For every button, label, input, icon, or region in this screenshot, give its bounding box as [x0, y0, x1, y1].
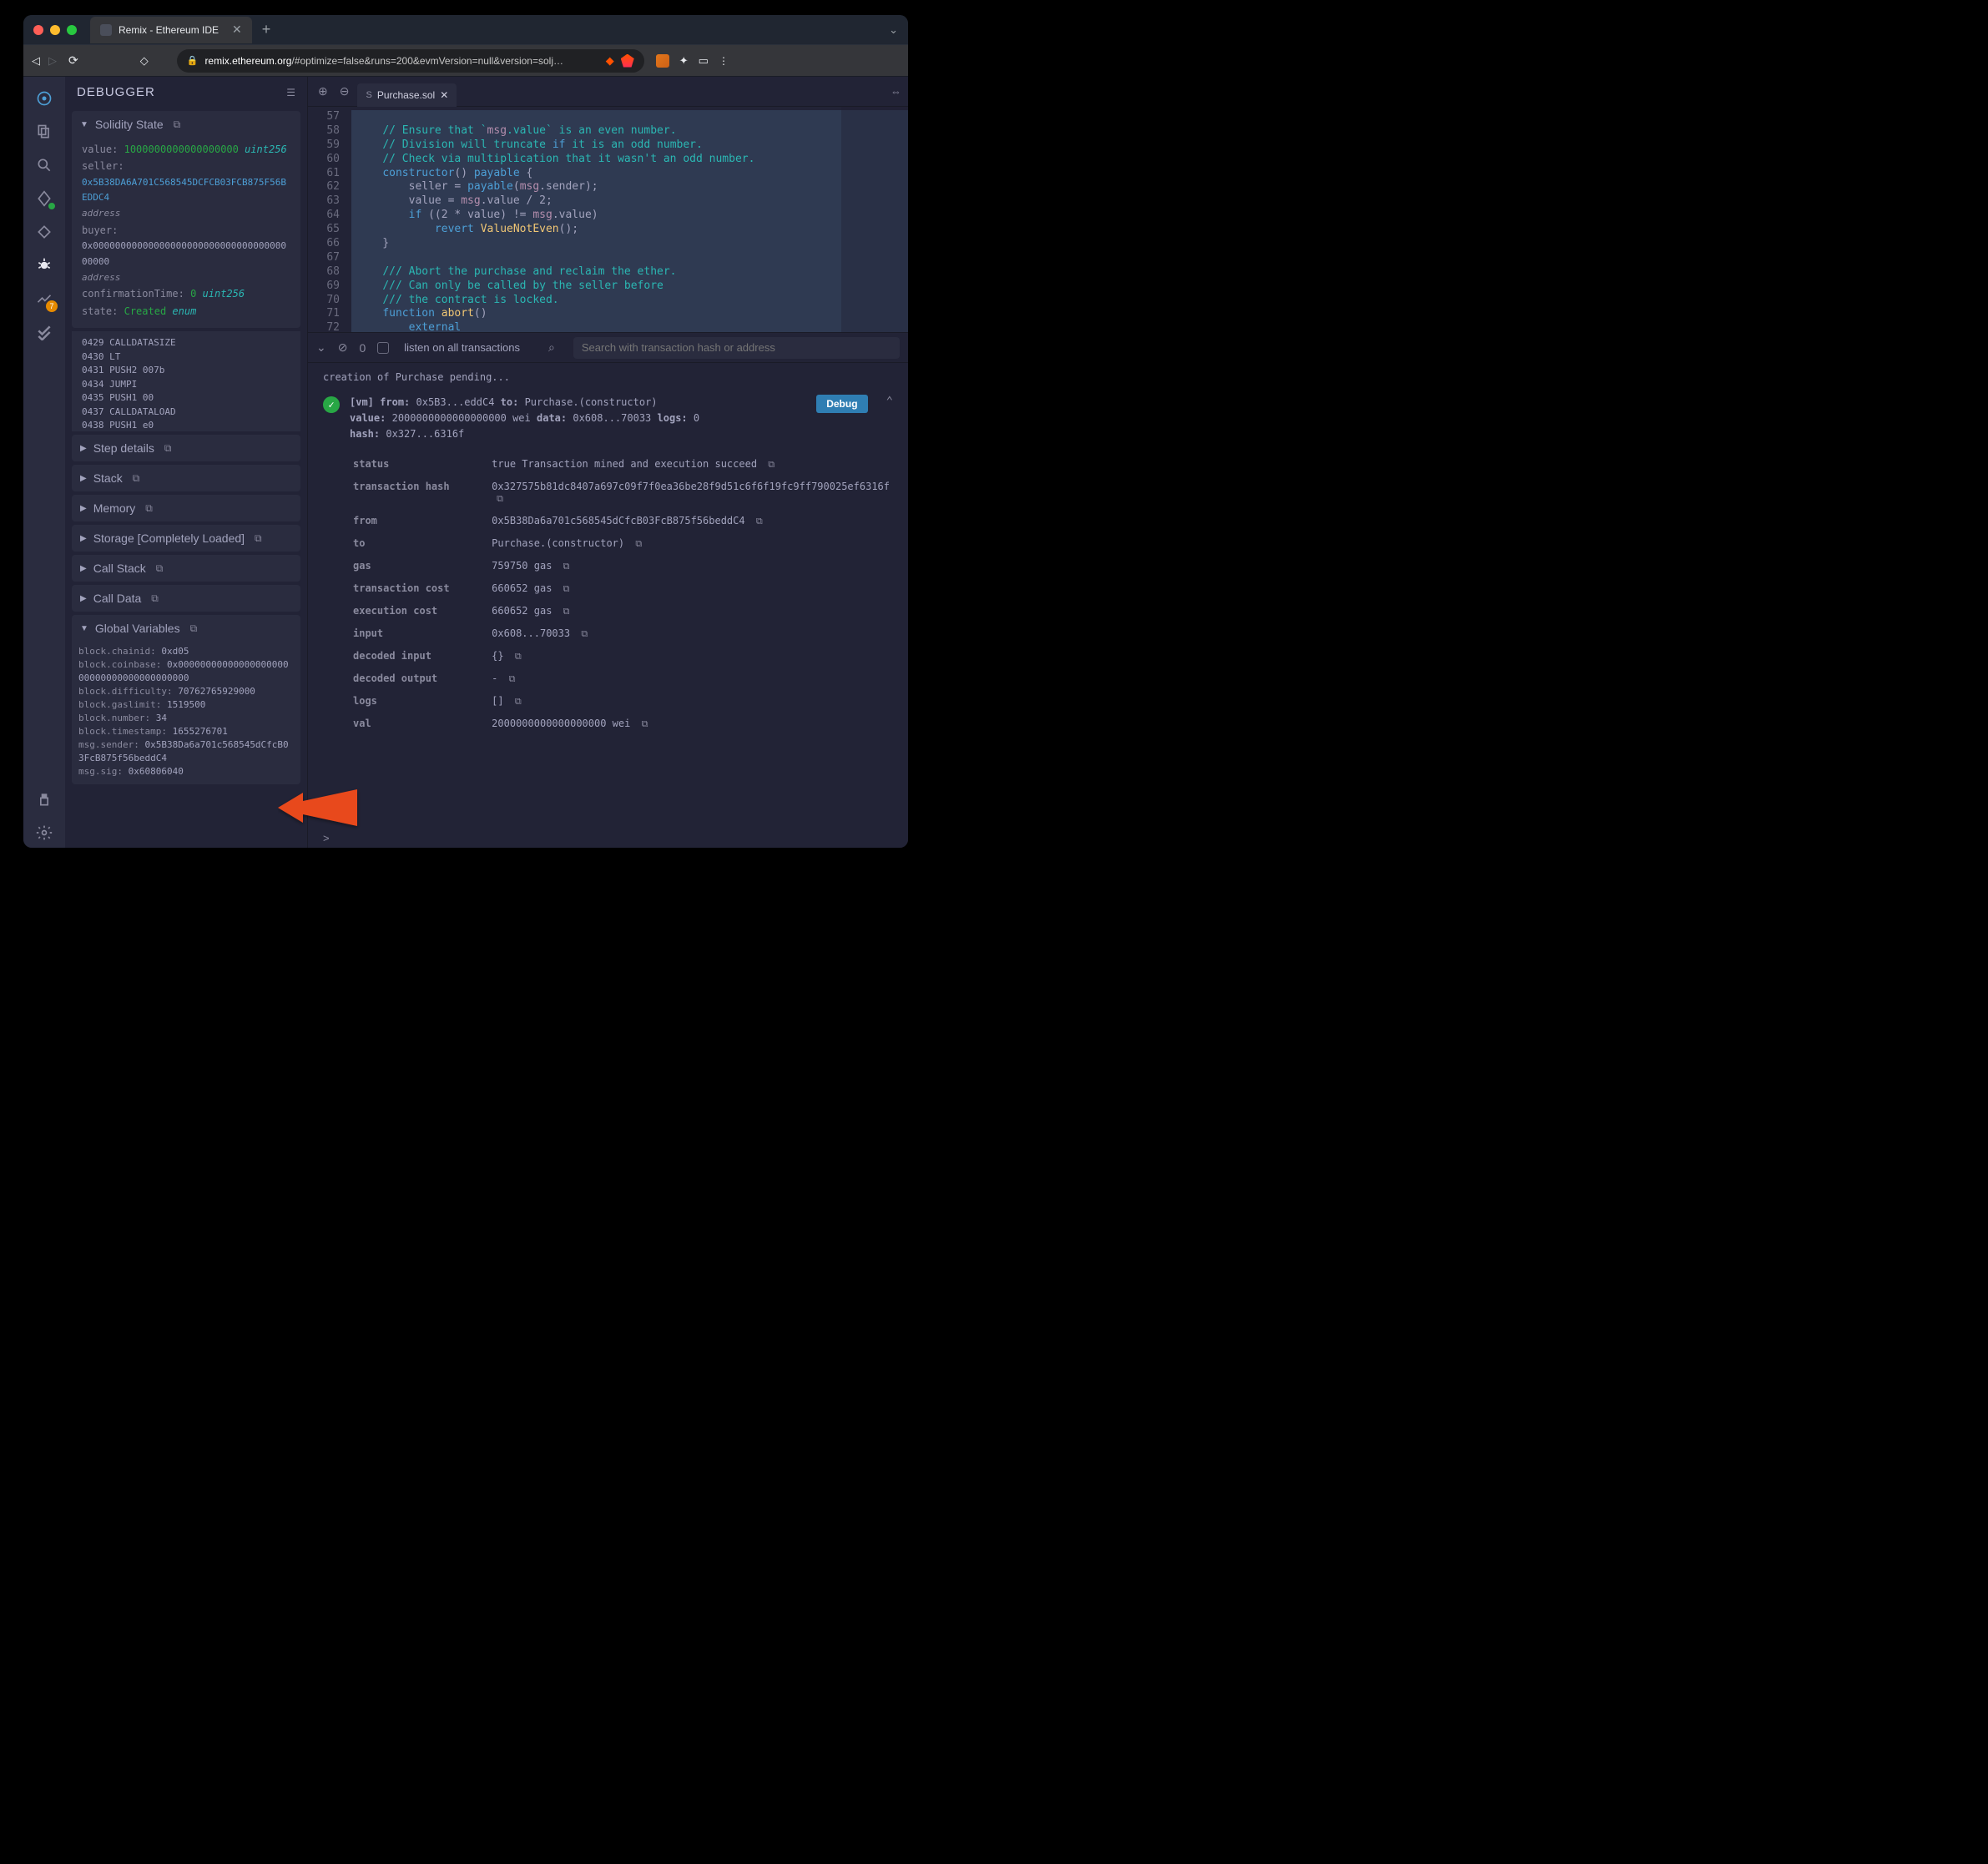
copy-icon: ⧉ [145, 502, 153, 515]
close-file-icon[interactable]: ✕ [440, 89, 448, 101]
search-icon[interactable] [29, 150, 59, 180]
side-panel-title: DEBUGGER [77, 85, 155, 99]
call-data-card[interactable]: ▶Call Data⧉ [72, 585, 300, 612]
extension-icons: ✦ ▭ ⋮ [656, 54, 729, 68]
transaction-row[interactable]: ✓ [vm] from: 0x5B3...eddC4 to: Purchase.… [323, 395, 893, 443]
global-variables-card: ▼Global Variables⧉ block.chainid: 0xd05b… [72, 615, 300, 784]
analytics-icon[interactable]: 7 [29, 284, 59, 314]
editor-tabs: ⊕ ⊖ S Purchase.sol ✕ ⇔ [308, 77, 908, 107]
titlebar: Remix - Ethereum IDE ✕ + ⌄ [23, 15, 908, 45]
remix-favicon-icon [100, 24, 112, 36]
pending-count: 0 [359, 341, 366, 355]
terminal-header: ⌄ ⊘ 0 listen on all transactions ⌕ [308, 333, 908, 363]
window-controls [33, 25, 77, 35]
success-icon: ✓ [323, 396, 340, 413]
solidity-compiler-icon[interactable] [29, 184, 59, 214]
solidity-state-card: ▼ Solidity State ⧉ value: 10000000000000… [72, 111, 300, 328]
step-details-card[interactable]: ▶Step details⧉ [72, 435, 300, 461]
transaction-summary: [vm] from: 0x5B3...eddC4 to: Purchase.(c… [350, 395, 806, 443]
solidity-state-header[interactable]: ▼ Solidity State ⧉ [72, 111, 300, 138]
copy-icon: ⧉ [156, 562, 164, 575]
nav-arrows: ◁ ▷ [32, 54, 57, 68]
seller-address[interactable]: 0x5B38DA6A701C568545DCFCB03FCB875F56BEDD… [82, 175, 290, 206]
browser-tab[interactable]: Remix - Ethereum IDE ✕ [90, 17, 252, 43]
copy-icon: ⧉ [190, 622, 198, 635]
file-explorer-icon[interactable] [29, 117, 59, 147]
plugin-icon[interactable] [29, 784, 59, 814]
terminal: ⌄ ⊘ 0 listen on all transactions ⌕ creat… [308, 332, 908, 848]
brave-shield-icon[interactable]: ◆ [606, 54, 614, 68]
window-menu-icon[interactable]: ⌄ [889, 23, 898, 37]
new-tab-button[interactable]: + [262, 21, 271, 38]
terminal-log[interactable]: creation of Purchase pending... ✓ [vm] f… [308, 363, 908, 829]
caret-down-icon: ▼ [80, 120, 88, 129]
forward-button[interactable]: ▷ [48, 54, 57, 68]
brave-icon[interactable] [621, 54, 634, 68]
pending-message: creation of Purchase pending... [323, 371, 893, 383]
panel-docs-icon[interactable]: ☰ [286, 87, 295, 98]
stack-card[interactable]: ▶Stack⧉ [72, 465, 300, 491]
iconbar: 7 [23, 77, 65, 848]
code-editor[interactable]: 57585960616263646566676869707172 // Ensu… [308, 107, 908, 332]
solidity-state-body: value: 1000000000000000000 uint256 selle… [72, 138, 300, 328]
remix-logo-icon[interactable] [29, 83, 59, 113]
global-variables-header[interactable]: ▼Global Variables⧉ [72, 615, 300, 642]
settings-icon[interactable] [29, 818, 59, 848]
close-tab-icon[interactable]: ✕ [232, 23, 242, 37]
side-panel: DEBUGGER ☰ ▼ Solidity State ⧉ value: 100… [65, 77, 307, 848]
file-tab-purchase[interactable]: S Purchase.sol ✕ [357, 83, 457, 107]
zoom-out-icon[interactable]: ⊖ [336, 84, 353, 98]
main-area: ⊕ ⊖ S Purchase.sol ✕ ⇔ 57585960616263646… [307, 77, 908, 848]
close-window-button[interactable] [33, 25, 43, 35]
tab-title: Remix - Ethereum IDE [119, 24, 219, 36]
search-icon[interactable]: ⌕ [548, 340, 555, 355]
side-panel-header: DEBUGGER ☰ [65, 77, 307, 108]
collapse-tx-icon[interactable]: ⌃ [886, 395, 893, 408]
bookmark-icon[interactable]: ◇ [140, 54, 149, 68]
omnibox[interactable]: 🔒 remix.ethereum.org/#optimize=false&run… [177, 49, 644, 73]
side-panel-scroll[interactable]: ▼ Solidity State ⧉ value: 10000000000000… [65, 108, 307, 848]
terminal-prompt[interactable]: > [308, 829, 908, 848]
transaction-details: statustrue Transaction mined and executi… [350, 453, 893, 735]
minimize-window-button[interactable] [50, 25, 60, 35]
opcodes-list[interactable]: 0429 CALLDATASIZE0430 LT0431 PUSH2 007b0… [72, 331, 300, 431]
back-button[interactable]: ◁ [32, 54, 40, 68]
zoom-in-icon[interactable]: ⊕ [315, 84, 331, 98]
reload-button[interactable]: ⟳ [68, 53, 78, 68]
terminal-search-input[interactable] [582, 341, 891, 354]
wallet-icon[interactable]: ▭ [699, 54, 709, 68]
unit-test-icon[interactable] [29, 317, 59, 347]
memory-card[interactable]: ▶Memory⧉ [72, 495, 300, 521]
copy-icon: ⧉ [151, 592, 159, 605]
debug-button[interactable]: Debug [816, 395, 867, 413]
terminal-search[interactable] [573, 337, 900, 359]
browser-toolbar: ◁ ▷ ⟳ ◇ 🔒 remix.ethereum.org/#optimize=f… [23, 45, 908, 77]
terminal-clear-icon[interactable]: ⊘ [338, 340, 348, 355]
global-variables-body: block.chainid: 0xd05block.coinbase: 0x00… [72, 642, 300, 784]
maximize-window-button[interactable] [67, 25, 77, 35]
lock-icon: 🔒 [187, 55, 199, 66]
browser-menu-icon[interactable]: ⋮ [719, 59, 729, 63]
metamask-icon[interactable] [656, 54, 669, 68]
debugger-icon[interactable] [29, 250, 59, 280]
copy-icon: ⧉ [133, 472, 140, 485]
solidity-file-icon: S [366, 90, 371, 100]
url-text: remix.ethereum.org/#optimize=false&runs=… [204, 55, 598, 67]
copy-icon: ⧉ [164, 442, 172, 455]
expand-icon[interactable]: ⇔ [891, 85, 901, 98]
copy-icon[interactable]: ⧉ [174, 118, 181, 131]
deploy-run-icon[interactable] [29, 217, 59, 247]
terminal-collapse-icon[interactable]: ⌄ [316, 340, 326, 355]
listen-label: listen on all transactions [404, 341, 520, 354]
browser-window: Remix - Ethereum IDE ✕ + ⌄ ◁ ▷ ⟳ ◇ 🔒 rem… [23, 15, 908, 848]
remix-app: 7 DEBUGGER ☰ ▼ Solidity State ⧉ [23, 77, 908, 848]
storage-card[interactable]: ▶Storage [Completely Loaded]⧉ [72, 525, 300, 552]
minimap[interactable] [841, 107, 908, 332]
listen-checkbox[interactable] [377, 342, 389, 354]
extensions-icon[interactable]: ✦ [679, 54, 689, 68]
copy-icon: ⧉ [255, 532, 262, 545]
call-stack-card[interactable]: ▶Call Stack⧉ [72, 555, 300, 582]
